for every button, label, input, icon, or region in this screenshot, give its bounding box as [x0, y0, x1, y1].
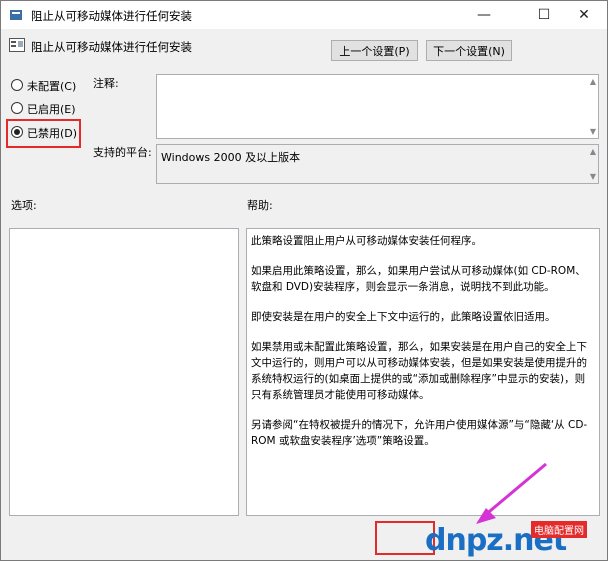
- help-paragraph: 此策略设置阻止用户从可移动媒体安装任何程序。: [251, 235, 482, 247]
- scroll-down-icon[interactable]: ▼: [590, 172, 596, 181]
- setting-icon: [9, 38, 25, 52]
- help-paragraph: 如果启用此策略设置，那么，如果用户尝试从可移动媒体(如 CD-ROM、软盘和 D…: [251, 265, 586, 293]
- next-setting-button[interactable]: 下一个设置(N): [426, 40, 512, 61]
- site-watermark: dnpz.net 电脑配置网: [421, 521, 607, 559]
- title-bar: 阻止从可移动媒体进行任何安装 — ☐ ✕: [1, 1, 607, 29]
- help-label: 帮助:: [247, 199, 273, 212]
- platform-label: 支持的平台:: [93, 146, 152, 159]
- radio-dot: [11, 102, 23, 114]
- close-button[interactable]: ✕: [561, 1, 607, 29]
- red-highlight-box: [6, 119, 81, 148]
- watermark-badge: 电脑配置网: [531, 521, 587, 538]
- options-panel: [9, 228, 239, 516]
- platform-field: Windows 2000 及以上版本 ▲ ▼: [156, 144, 599, 184]
- radio-dot: [11, 79, 23, 91]
- policy-dialog: 阻止从可移动媒体进行任何安装 — ☐ ✕ 阻止从可移动媒体进行任何安装 上一个设…: [0, 0, 608, 561]
- radio-enabled[interactable]: 已启用(E): [11, 102, 76, 118]
- scroll-up-icon[interactable]: ▲: [590, 147, 596, 156]
- policy-icon: [10, 10, 22, 20]
- comment-label: 注释:: [93, 77, 119, 90]
- help-paragraph: 另请参阅“在特权被提升的情况下，允许用户使用媒体源”与“隐藏‘从 CD-ROM …: [251, 419, 588, 447]
- minimize-button[interactable]: —: [461, 1, 507, 29]
- policy-title: 阻止从可移动媒体进行任何安装: [31, 40, 192, 54]
- platform-value: Windows 2000 及以上版本: [161, 151, 301, 164]
- scroll-down-icon[interactable]: ▼: [590, 127, 596, 136]
- radio-not-configured[interactable]: 未配置(C): [11, 79, 76, 95]
- help-paragraph: 即使安装是在用户的安全上下文中运行的，此策略设置依旧适用。: [251, 311, 556, 323]
- previous-setting-button[interactable]: 上一个设置(P): [331, 40, 418, 61]
- comment-textarea[interactable]: ▲ ▼: [156, 74, 599, 139]
- options-label: 选项:: [11, 199, 37, 212]
- scroll-up-icon[interactable]: ▲: [590, 77, 596, 86]
- help-text: 此策略设置阻止用户从可移动媒体安装任何程序。 如果启用此策略设置，那么，如果用户…: [251, 233, 595, 463]
- help-paragraph: 如果禁用或未配置此策略设置，那么，如果安装是在用户自己的安全上下文中运行的，则用…: [251, 341, 587, 401]
- window-title: 阻止从可移动媒体进行任何安装: [31, 9, 192, 23]
